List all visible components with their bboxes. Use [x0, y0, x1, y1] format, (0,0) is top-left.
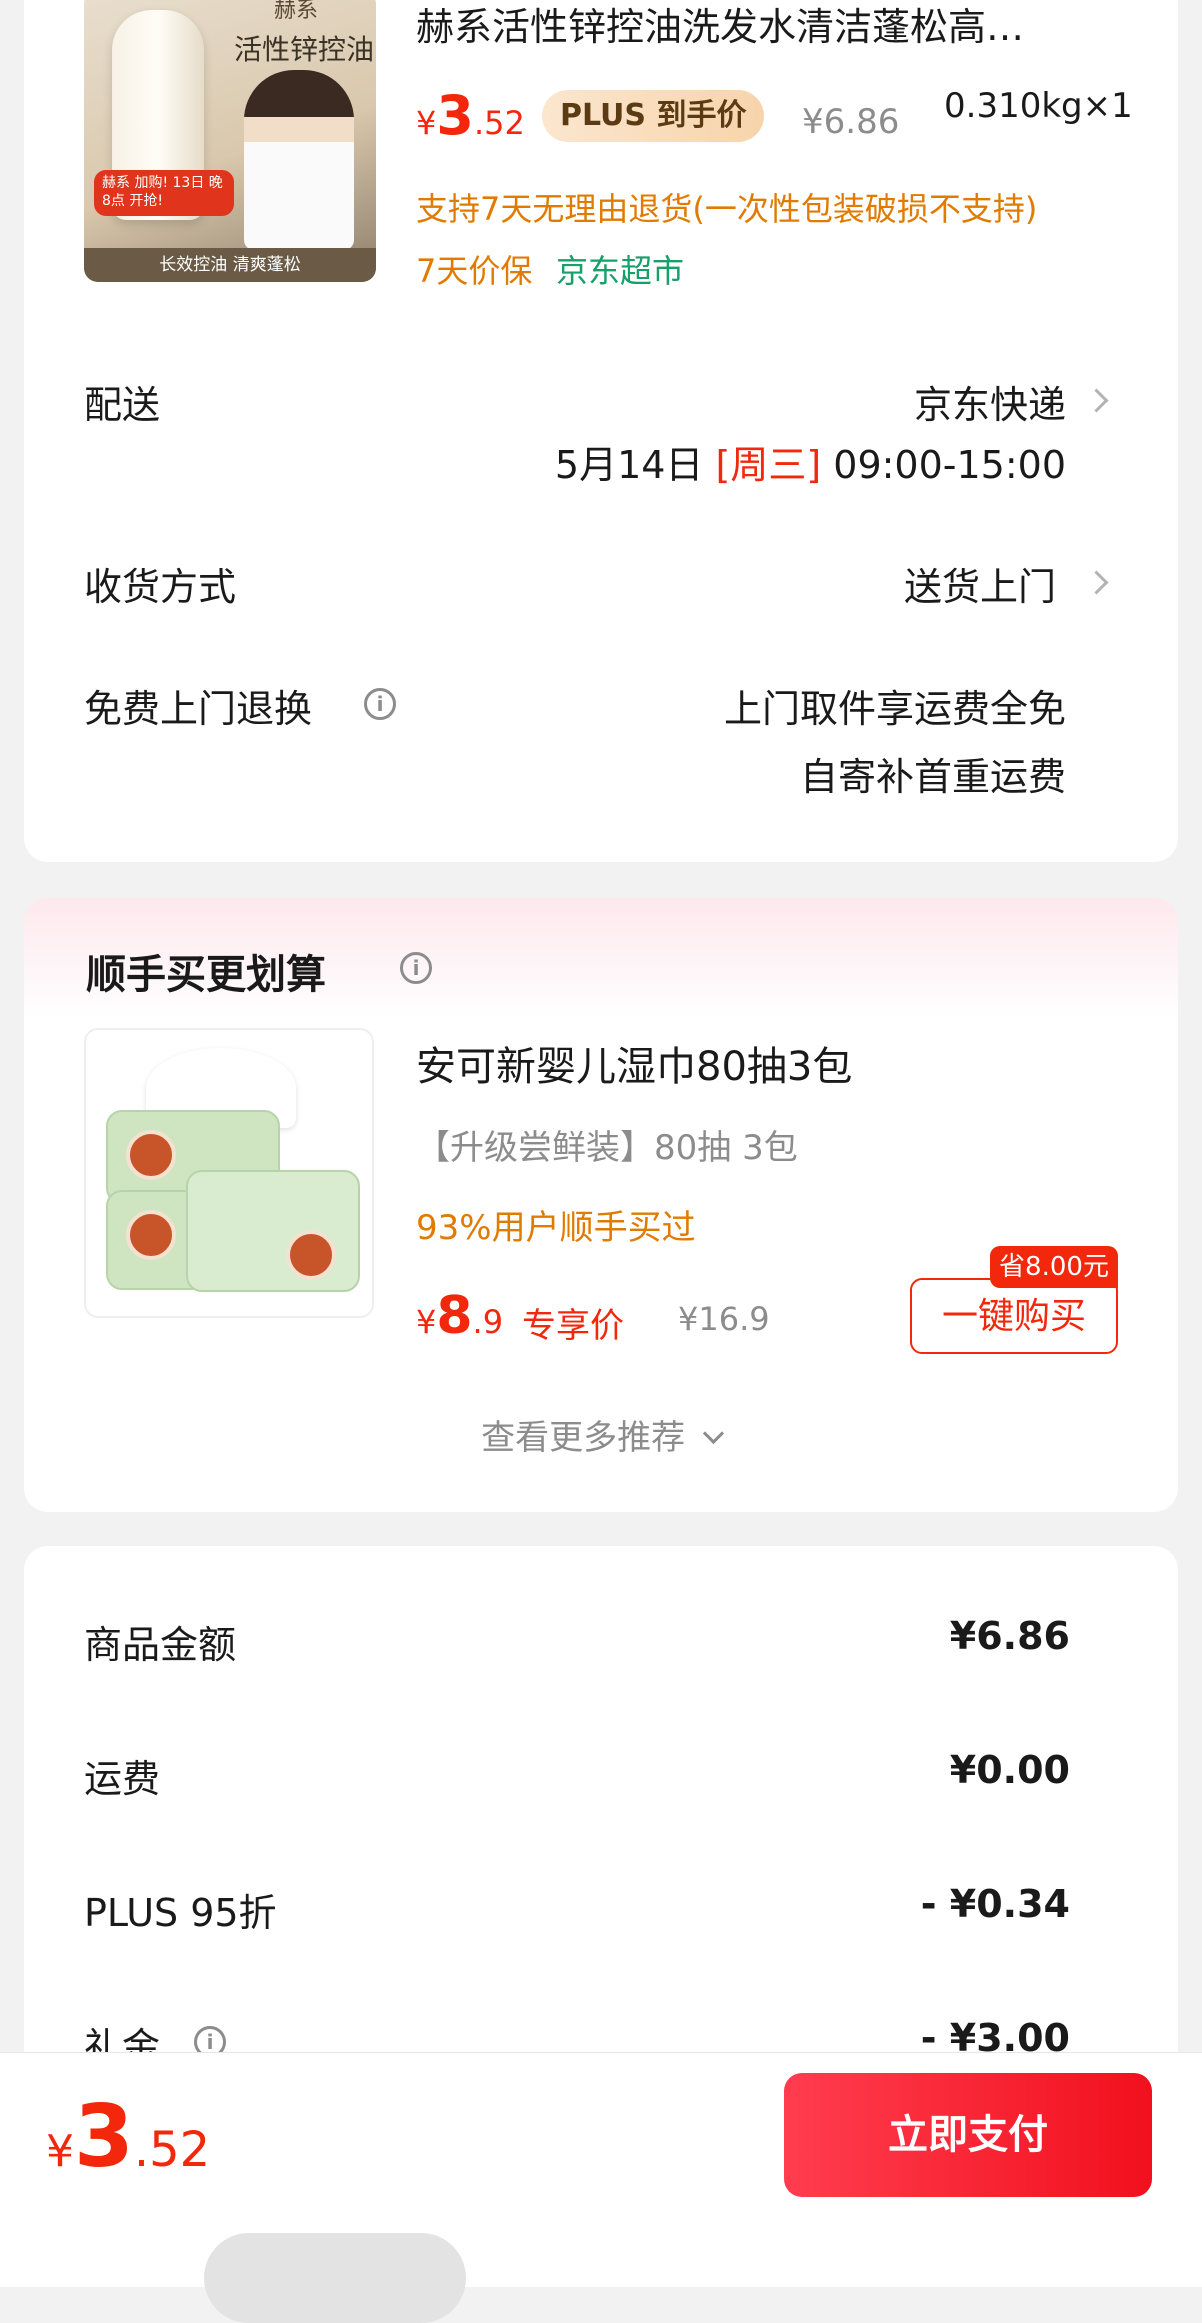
- receive-label: 收货方式: [84, 565, 237, 609]
- pay-now-button[interactable]: 立即支付: [784, 2073, 1152, 2197]
- delivery-carrier[interactable]: 京东快递: [914, 374, 1066, 429]
- image-brand: 赫系: [274, 0, 319, 23]
- delivery-weekday: [周三]: [715, 443, 822, 487]
- model-graphic: [244, 70, 354, 250]
- addon-social-proof: 93%用户顺手买过: [416, 1208, 696, 1248]
- panda-graphic: [126, 1210, 176, 1260]
- addon-spec: 【升级尝鲜装】80抽 3包: [416, 1128, 798, 1168]
- addon-price: ¥8.9: [416, 1286, 503, 1346]
- delivery-timeslot: 09:00-15:00: [833, 443, 1066, 487]
- addon-original-price: ¥16.9: [678, 1300, 770, 1338]
- return-policy: 支持7天无理由退货(一次性包装破损不支持): [416, 190, 1038, 228]
- image-footer: 长效控油 清爽蓬松: [84, 248, 376, 282]
- summary-value: ¥6.86: [949, 1614, 1070, 1658]
- product-title[interactable]: 赫系活性锌控油洗发水清洁蓬松高…: [416, 0, 1116, 51]
- addon-price-symbol: ¥: [416, 1303, 437, 1341]
- nav-pill[interactable]: [204, 2233, 466, 2323]
- summary-label: 商品金额: [84, 1623, 237, 1667]
- addon-product-image[interactable]: [84, 1028, 374, 1318]
- save-tag: 省8.00元: [990, 1246, 1118, 1288]
- image-product-name: 活性锌控油: [234, 33, 375, 66]
- original-price: ¥6.86: [802, 102, 900, 142]
- product-price: ¥3.52: [416, 84, 525, 147]
- free-return-line2: 自寄补首重运费: [799, 755, 1066, 799]
- price-int: 3: [436, 84, 474, 147]
- one-click-buy-button[interactable]: 一键购买: [910, 1278, 1118, 1354]
- plus-price-badge: PLUS 到手价: [542, 90, 765, 142]
- store-tag[interactable]: 京东超市: [556, 246, 684, 292]
- total-price-int: 3: [74, 2087, 134, 2187]
- info-icon[interactable]: i: [364, 688, 396, 720]
- addon-price-tag: 专享价: [522, 1306, 624, 1346]
- summary-value: - ¥0.34: [920, 1882, 1070, 1926]
- price-protect: 7天价保: [416, 252, 533, 290]
- total-price-symbol: ¥: [46, 2126, 74, 2177]
- product-image[interactable]: 赫系 活性锌控油 赫系 加购! 13日 晚8点 开抢! 长效控油 清爽蓬松: [84, 0, 376, 282]
- delivery-label: 配送: [84, 383, 161, 427]
- summary-value: ¥0.00: [949, 1748, 1070, 1792]
- more-recommendations-label: 查看更多推荐: [481, 1418, 686, 1458]
- addon-price-dec: .9: [472, 1303, 504, 1341]
- summary-label: PLUS 95折: [84, 1891, 277, 1935]
- total-price: ¥3.52: [46, 2087, 210, 2187]
- addon-section-title: 顺手买更划算: [86, 952, 326, 998]
- free-return-line1: 上门取件享运费全免: [723, 687, 1066, 731]
- bottom-bar: ¥3.52 立即支付: [0, 2052, 1202, 2323]
- image-promo-tag: 赫系 加购! 13日 晚8点 开抢!: [94, 170, 234, 216]
- addon-price-int: 8: [436, 1286, 473, 1346]
- addon-title[interactable]: 安可新婴儿湿巾80抽3包: [416, 1034, 852, 1092]
- more-recommendations[interactable]: 查看更多推荐: [0, 1410, 1202, 1459]
- receive-value[interactable]: 送货上门: [904, 556, 1056, 611]
- pack-graphic: [186, 1170, 360, 1292]
- addon-info-icon[interactable]: i: [400, 952, 432, 984]
- delivery-date: 5月14日: [554, 443, 704, 487]
- price-dec: .52: [473, 104, 525, 142]
- weight-quantity: 0.310kg×1: [944, 86, 1133, 126]
- panda-graphic: [126, 1130, 176, 1180]
- free-return-label: 免费上门退换: [84, 687, 313, 731]
- summary-label: 运费: [84, 1757, 161, 1801]
- delivery-time[interactable]: 5月14日 [周三] 09:00-15:00: [555, 434, 1066, 489]
- chevron-down-icon: [702, 1422, 725, 1445]
- price-symbol: ¥: [416, 104, 437, 142]
- panda-graphic: [286, 1230, 336, 1280]
- total-price-dec: .52: [133, 2122, 211, 2178]
